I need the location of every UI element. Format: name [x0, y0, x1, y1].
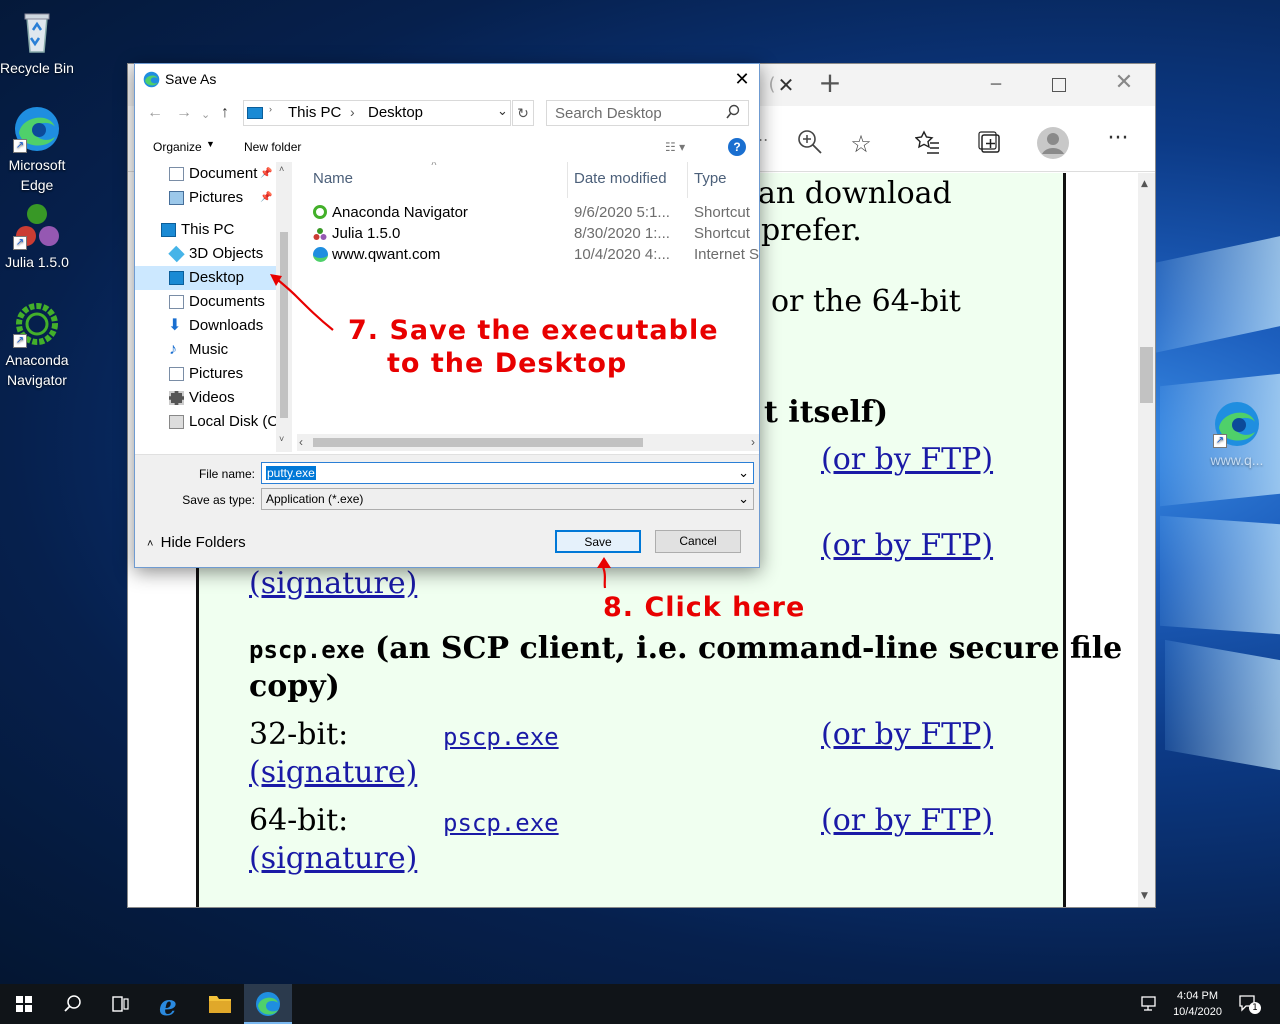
- annotation-step8: 8. Click here: [603, 592, 806, 623]
- edge-taskbar-icon[interactable]: [244, 984, 292, 1024]
- arrow-head-icon: [597, 557, 611, 568]
- annotation-arrow-step7: [277, 279, 334, 331]
- network-icon[interactable]: [1140, 995, 1160, 1017]
- internet-explorer-icon[interactable]: e: [147, 984, 195, 1024]
- start-button[interactable]: [0, 984, 48, 1024]
- taskbar: e 4:04 PM 10/4/2020 1: [0, 984, 1280, 1024]
- taskbar-clock[interactable]: 4:04 PM 10/4/2020: [1173, 988, 1222, 1020]
- task-view-icon[interactable]: [96, 984, 144, 1024]
- annotation-step7-line2: to the Desktop: [387, 348, 628, 379]
- search-icon[interactable]: [48, 984, 96, 1024]
- notification-badge: 1: [1249, 1002, 1261, 1014]
- annotation-arrows: [270, 274, 611, 589]
- clock-date: 10/4/2020: [1173, 1006, 1222, 1018]
- clock-time: 4:04 PM: [1177, 990, 1219, 1002]
- arrow-head-icon: [270, 274, 282, 286]
- notification-center-icon[interactable]: 1: [1238, 994, 1261, 1014]
- file-explorer-icon[interactable]: [196, 984, 244, 1024]
- annotation-step7-line1: 7. Save the executable: [348, 315, 719, 346]
